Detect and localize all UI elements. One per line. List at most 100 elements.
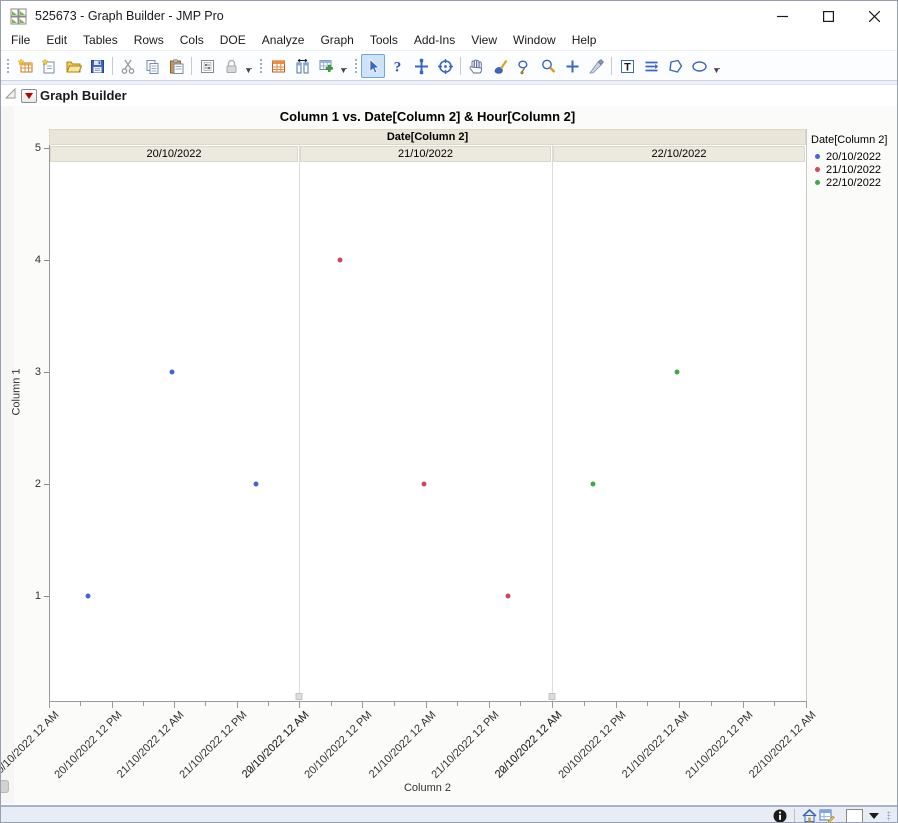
- legend-item[interactable]: 20/10/2022: [811, 150, 897, 163]
- splitter-handle[interactable]: [1, 780, 9, 793]
- open-folder-icon[interactable]: [61, 54, 85, 78]
- cut-icon[interactable]: [116, 54, 140, 78]
- data-point[interactable]: [338, 258, 343, 263]
- panel-header-1[interactable]: 20/10/2022: [50, 146, 298, 162]
- y-axis-line[interactable]: [49, 129, 50, 701]
- toolbar-overflow-button[interactable]: ▼: [338, 55, 349, 77]
- script-preview-icon[interactable]: [195, 54, 219, 78]
- menu-item-cols[interactable]: Cols: [172, 31, 212, 50]
- new-journal-icon[interactable]: [37, 54, 61, 78]
- menu-item-tools[interactable]: Tools: [362, 31, 406, 50]
- group-header-band[interactable]: Date[Column 2]: [49, 129, 806, 145]
- data-point[interactable]: [86, 594, 91, 599]
- x-tick-label[interactable]: 21/10/2022 12 AM: [620, 709, 692, 781]
- menu-item-rows[interactable]: Rows: [126, 31, 172, 50]
- move-tool[interactable]: [409, 54, 433, 78]
- toolbar-grip[interactable]: [353, 57, 358, 75]
- columns-viewer-icon[interactable]: [290, 54, 314, 78]
- menu-item-edit[interactable]: Edit: [38, 31, 75, 50]
- menu-item-tables[interactable]: Tables: [75, 31, 126, 50]
- data-point[interactable]: [675, 370, 680, 375]
- magnifier-tool[interactable]: [536, 54, 560, 78]
- red-triangle-menu-button[interactable]: [21, 89, 37, 103]
- data-point[interactable]: [170, 370, 175, 375]
- dropdown-caret-icon[interactable]: [869, 813, 879, 819]
- x-axis-title[interactable]: Column 2: [404, 782, 451, 794]
- lasso-tool[interactable]: [512, 54, 536, 78]
- annotate-oval[interactable]: [687, 54, 711, 78]
- menu-item-window[interactable]: Window: [505, 31, 564, 50]
- y-tick-label[interactable]: 5: [15, 142, 41, 154]
- annotate-lines[interactable]: [639, 54, 663, 78]
- help-tool[interactable]: ?: [385, 54, 409, 78]
- x-tick-label[interactable]: 21/10/2022 12 AM: [115, 709, 187, 781]
- x-tick-label[interactable]: 20/10/2022 12 AM: [240, 709, 312, 781]
- data-point[interactable]: [422, 482, 427, 487]
- menu-item-file[interactable]: File: [3, 31, 38, 50]
- scalpel-tool[interactable]: [584, 54, 608, 78]
- panel-background[interactable]: [299, 129, 552, 701]
- data-table-grid-icon[interactable]: [266, 54, 290, 78]
- graph-builder-canvas[interactable]: Column 1 vs. Date[Column 2] & Hour[Colum…: [1, 106, 898, 804]
- panel-header-3[interactable]: 22/10/2022: [553, 146, 805, 162]
- y-tick-label[interactable]: 4: [15, 254, 41, 266]
- resize-grip[interactable]: [887, 811, 891, 821]
- x-axis-line[interactable]: [49, 701, 807, 702]
- menu-item-analyze[interactable]: Analyze: [254, 31, 313, 50]
- x-tick-label[interactable]: 21/10/2022 12 PM: [683, 709, 755, 781]
- minimize-button[interactable]: [759, 1, 805, 31]
- y-axis-title[interactable]: Column 1: [11, 368, 23, 415]
- info-icon[interactable]: [771, 808, 789, 823]
- x-tick-label[interactable]: 20/10/2022 12 AM: [0, 709, 61, 781]
- data-point[interactable]: [506, 594, 511, 599]
- crosshair-tool[interactable]: [560, 54, 584, 78]
- close-button[interactable]: [851, 1, 897, 31]
- collapse-triangle-icon[interactable]: [4, 87, 17, 105]
- legend-item[interactable]: 22/10/2022: [811, 176, 897, 189]
- toolbar-overflow-button[interactable]: ▼: [243, 55, 254, 77]
- toolbar-grip[interactable]: [5, 57, 10, 75]
- grabber-hand[interactable]: [464, 54, 488, 78]
- legend-item[interactable]: 21/10/2022: [811, 163, 897, 176]
- new-data-table-icon[interactable]: [13, 54, 37, 78]
- panel-boundary-handle[interactable]: [296, 693, 303, 700]
- lock-icon[interactable]: [219, 54, 243, 78]
- toolbar-grip[interactable]: [258, 57, 263, 75]
- x-tick-label[interactable]: 20/10/2022 12 PM: [303, 709, 375, 781]
- y-tick-label[interactable]: 1: [15, 590, 41, 602]
- target-tool[interactable]: [433, 54, 457, 78]
- data-point[interactable]: [254, 482, 259, 487]
- panel-background[interactable]: [552, 129, 806, 701]
- x-tick-label[interactable]: 20/10/2022 12 AM: [493, 709, 565, 781]
- annotate-polygon[interactable]: [663, 54, 687, 78]
- menu-item-addins[interactable]: Add-Ins: [406, 31, 463, 50]
- menu-item-view[interactable]: View: [463, 31, 505, 50]
- x-tick-label[interactable]: 21/10/2022 12 PM: [429, 709, 501, 781]
- save-icon[interactable]: [85, 54, 109, 78]
- paste-icon[interactable]: [164, 54, 188, 78]
- x-tick-label[interactable]: 20/10/2022 12 PM: [52, 709, 124, 781]
- menu-item-doe[interactable]: DOE: [212, 31, 254, 50]
- x-tick-label[interactable]: 21/10/2022 12 PM: [177, 709, 249, 781]
- annotate-text[interactable]: T: [615, 54, 639, 78]
- copy-icon[interactable]: [140, 54, 164, 78]
- arrow-cursor[interactable]: [361, 54, 385, 78]
- y-tick-label[interactable]: 2: [15, 478, 41, 490]
- color-swatch[interactable]: [846, 809, 863, 823]
- brush-tool[interactable]: [488, 54, 512, 78]
- x-tick-label[interactable]: 22/10/2022 12 AM: [747, 709, 819, 781]
- add-table-icon[interactable]: [314, 54, 338, 78]
- legend-label: 22/10/2022: [826, 177, 881, 189]
- panel-background[interactable]: [49, 129, 299, 701]
- panel-boundary-handle[interactable]: [549, 693, 556, 700]
- window-list-icon[interactable]: [818, 808, 836, 823]
- panel-header-2[interactable]: 21/10/2022: [300, 146, 551, 162]
- menu-item-graph[interactable]: Graph: [312, 31, 361, 50]
- x-tick-label[interactable]: 20/10/2022 12 PM: [556, 709, 628, 781]
- x-tick-label[interactable]: 21/10/2022 12 AM: [366, 709, 438, 781]
- home-icon[interactable]: [800, 808, 818, 823]
- data-point[interactable]: [590, 482, 595, 487]
- maximize-button[interactable]: [805, 1, 851, 31]
- menu-item-help[interactable]: Help: [564, 31, 605, 50]
- toolbar-overflow-button[interactable]: ▼: [711, 55, 722, 77]
